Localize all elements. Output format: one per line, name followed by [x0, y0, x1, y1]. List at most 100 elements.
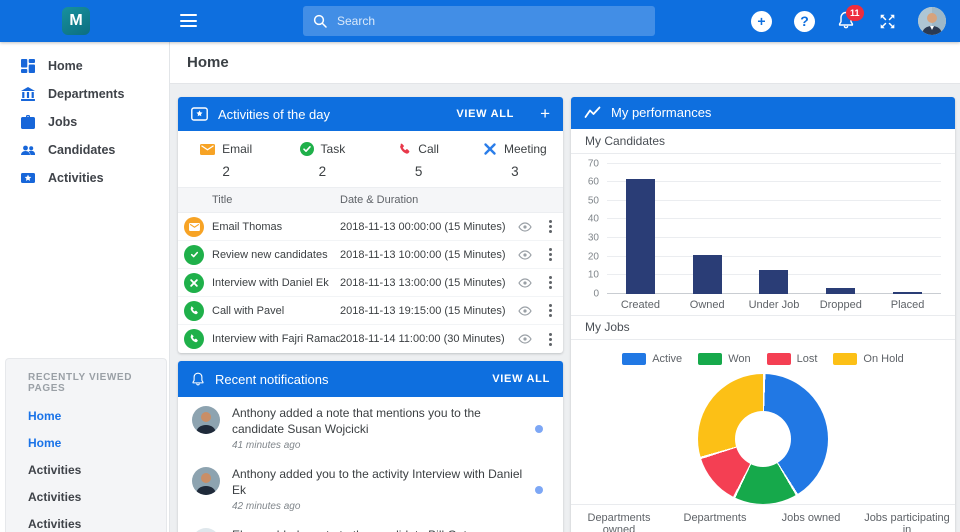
more-options-icon[interactable] — [537, 219, 563, 234]
legend-item: On Hold — [833, 353, 903, 365]
stat-count: 2 — [319, 164, 327, 179]
people-icon — [20, 142, 36, 158]
help-button[interactable]: ? — [794, 11, 815, 32]
card-title: My performances — [611, 105, 942, 120]
recent-link[interactable]: Activities — [28, 510, 166, 532]
activity-title: Interview with Daniel Ek — [212, 277, 340, 289]
legend-label: On Hold — [863, 353, 903, 365]
view-all-button[interactable]: VIEW ALL — [492, 373, 550, 385]
card-title: Recent notifications — [215, 372, 482, 387]
task-check-icon — [189, 249, 200, 260]
phone-icon — [398, 143, 411, 156]
view-icon[interactable] — [513, 306, 537, 316]
activity-date: 2018-11-14 11:00:00 (30 Minutes) — [340, 333, 513, 345]
email-icon — [200, 144, 215, 155]
activities-card: Activities of the day VIEW ALL + Email 2 — [178, 97, 563, 353]
sidebar-item-candidates[interactable]: Candidates — [0, 136, 169, 164]
legend-label: Active — [652, 353, 682, 365]
recent-link[interactable]: Activities — [28, 483, 166, 510]
fullscreen-icon[interactable] — [879, 13, 896, 30]
view-all-button[interactable]: VIEW ALL — [456, 108, 514, 120]
legend-label: Lost — [797, 353, 818, 365]
activity-title: Review new candidates — [212, 249, 340, 261]
performance-card: My performances My Candidates 0102030405… — [571, 97, 955, 532]
page-title-bar: Home — [170, 42, 960, 84]
recent-link[interactable]: Home — [28, 429, 166, 456]
user-avatar[interactable] — [918, 7, 946, 35]
search-icon — [313, 14, 327, 28]
stat-count: 5 — [415, 164, 423, 179]
meeting-cross-icon — [189, 278, 199, 288]
sidebar-item-label: Activities — [48, 171, 104, 185]
add-button[interactable]: + — [751, 11, 772, 32]
sidebar-item-departments[interactable]: Departments — [0, 80, 169, 108]
legend-swatch — [698, 353, 722, 365]
phone-icon — [189, 306, 199, 316]
table-row: Call with Pavel 2018-11-13 19:15:00 (15 … — [178, 297, 563, 325]
legend-swatch — [833, 353, 857, 365]
notifications-button[interactable]: 11 — [837, 10, 857, 32]
performance-footer: Departments owned Departments Jobs owned… — [571, 504, 955, 532]
view-icon[interactable] — [513, 334, 537, 344]
activity-date: 2018-11-13 19:15:00 (15 Minutes) — [340, 305, 513, 317]
avatar — [192, 467, 220, 495]
notification-item[interactable]: Elene added a note to the candidate Bill… — [178, 519, 563, 532]
sidebar-item-label: Departments — [48, 87, 124, 101]
view-icon[interactable] — [513, 250, 537, 260]
recently-viewed-panel: RECENTLY VIEWED PAGES Home Home Activiti… — [5, 358, 167, 532]
unread-dot — [535, 425, 543, 433]
notification-item[interactable]: Anthony added a note that mentions you t… — [178, 397, 563, 458]
view-icon[interactable] — [513, 222, 537, 232]
column-date: Date & Duration — [340, 194, 563, 206]
legend-item: Won — [698, 353, 750, 365]
notification-text: Anthony added you to the activity Interv… — [232, 467, 527, 498]
stat-call: Call 5 — [371, 140, 467, 179]
bar-chart-ylabels: 010203040506070 — [579, 164, 603, 294]
sidebar-item-jobs[interactable]: Jobs — [0, 108, 169, 136]
table-row: Email Thomas 2018-11-13 00:00:00 (15 Min… — [178, 213, 563, 241]
stat-count: 2 — [222, 164, 230, 179]
stat-meeting: Meeting 3 — [467, 140, 563, 179]
bar-chart-bars — [607, 164, 941, 294]
notification-item[interactable]: Anthony added you to the activity Interv… — [178, 458, 563, 519]
sidebar-item-activities[interactable]: Activities — [0, 164, 169, 192]
avatar — [192, 528, 220, 532]
activity-title: Call with Pavel — [212, 305, 340, 317]
more-options-icon[interactable] — [537, 247, 563, 262]
footer-stat-label: Jobs participating in — [859, 512, 955, 532]
ticket-star-icon — [191, 107, 208, 121]
trend-line-icon — [584, 106, 601, 119]
legend-item: Active — [622, 353, 682, 365]
recent-link[interactable]: Activities — [28, 456, 166, 483]
bar-xlabel: Placed — [874, 299, 941, 311]
search-input[interactable] — [337, 14, 645, 28]
add-activity-button[interactable]: + — [540, 104, 550, 124]
menu-icon[interactable] — [180, 14, 197, 27]
search-box[interactable] — [303, 6, 655, 36]
notification-time: 42 minutes ago — [232, 501, 527, 512]
more-options-icon[interactable] — [537, 303, 563, 318]
notification-text: Anthony added a note that mentions you t… — [232, 406, 527, 437]
dashboard-icon — [20, 58, 36, 74]
notification-text: Elene added a note to the candidate Bill… — [232, 528, 527, 532]
footer-stat-label: Departments owned — [571, 512, 667, 532]
recently-viewed-heading: RECENTLY VIEWED PAGES — [28, 372, 166, 394]
bell-icon — [191, 371, 205, 387]
legend-swatch — [767, 353, 791, 365]
unread-dot — [535, 486, 543, 494]
app-logo[interactable]: M — [62, 7, 90, 35]
topbar-actions: + ? 11 — [751, 0, 946, 42]
sidebar-item-label: Jobs — [48, 115, 77, 129]
more-options-icon[interactable] — [537, 275, 563, 290]
stat-task: Task 2 — [274, 140, 370, 179]
activity-date: 2018-11-13 13:00:00 (15 Minutes) — [340, 277, 513, 289]
activity-title: Interview with Fajri Ramadhan — [212, 333, 340, 345]
view-icon[interactable] — [513, 278, 537, 288]
footer-stat-label: Jobs owned — [763, 512, 859, 532]
recent-link[interactable]: Home — [28, 402, 166, 429]
activities-card-header: Activities of the day VIEW ALL + — [178, 97, 563, 131]
briefcase-icon — [20, 114, 36, 130]
more-options-icon[interactable] — [537, 332, 563, 347]
bank-icon — [20, 86, 36, 102]
sidebar-item-home[interactable]: Home — [0, 52, 169, 80]
